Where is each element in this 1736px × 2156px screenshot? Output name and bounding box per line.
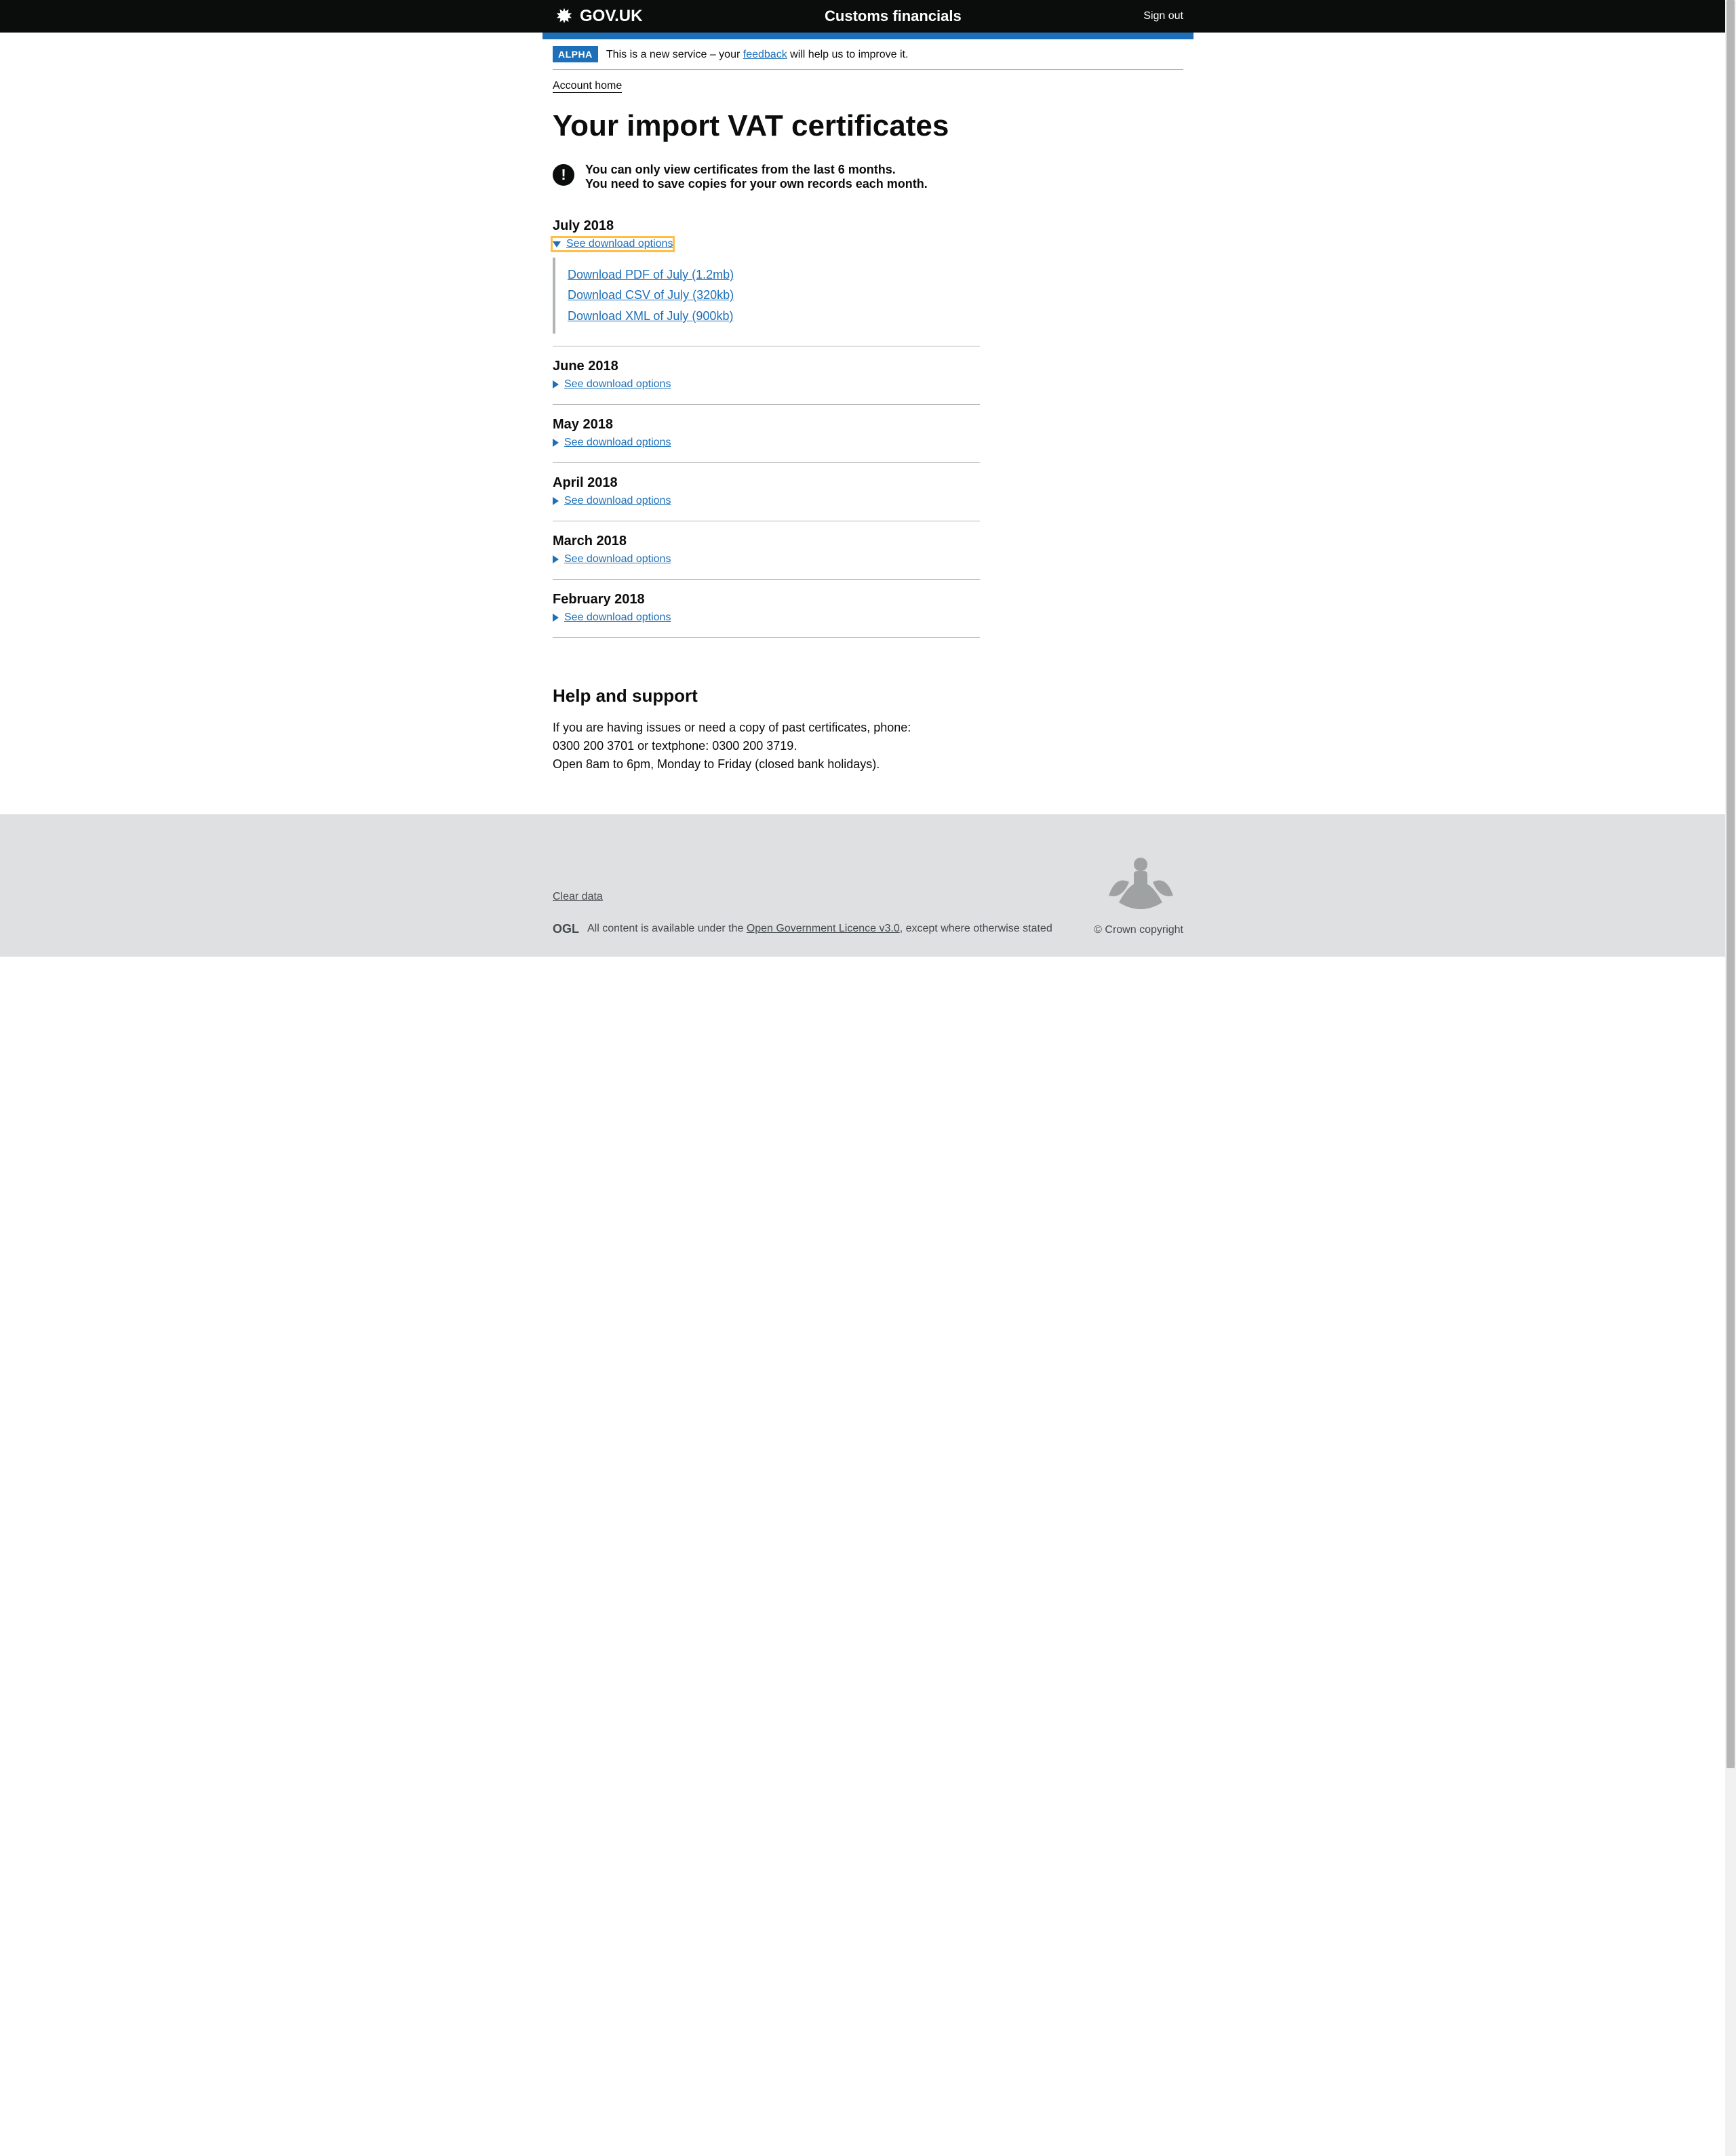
scrollbar-thumb[interactable] <box>1727 0 1735 1768</box>
month-group-may: May 2018 See download options <box>553 405 980 463</box>
download-pdf-link[interactable]: Download PDF of July (1.2mb) <box>568 264 980 285</box>
download-options-details: See download options <box>553 553 980 567</box>
month-label: May 2018 <box>553 417 980 433</box>
exclamation-icon: ! <box>553 164 574 186</box>
download-options-toggle[interactable]: See download options <box>553 495 671 507</box>
caret-icon <box>553 241 561 247</box>
site-footer: Clear data OGL All content is available … <box>0 814 1736 957</box>
month-group-july: July 2018 See download options Download … <box>553 218 980 346</box>
ogl-logo: OGL <box>553 922 579 936</box>
month-label: April 2018 <box>553 475 980 491</box>
service-name: Customs financials <box>642 7 1143 25</box>
phase-text-before: This is a new service – your <box>606 49 743 60</box>
download-options-details: See download options <box>553 495 980 508</box>
account-home-link[interactable]: Account home <box>553 80 622 93</box>
download-options-summary: See download options <box>564 378 671 391</box>
download-xml-link[interactable]: Download XML of July (900kb) <box>568 306 980 327</box>
scrollbar-track[interactable] <box>1725 0 1736 2156</box>
help-line-3: Open 8am to 6pm, Monday to Friday (close… <box>553 755 980 774</box>
crown-copyright-link[interactable]: © Crown copyright <box>1094 924 1183 936</box>
download-options-toggle[interactable]: See download options <box>553 378 671 391</box>
phase-banner: ALPHA This is a new service – your feedb… <box>553 39 1183 70</box>
phase-text-after: will help us to improve it. <box>787 49 909 60</box>
month-label: July 2018 <box>553 218 980 234</box>
month-group-february: February 2018 See download options <box>553 580 980 638</box>
caret-icon <box>553 439 559 447</box>
caret-icon <box>553 614 559 622</box>
download-options-details: See download options Download PDF of Jul… <box>553 238 980 333</box>
site-header: GOV.UK Customs financials Sign out <box>0 0 1736 33</box>
download-options-details: See download options <box>553 378 980 392</box>
phase-tag: ALPHA <box>553 46 598 62</box>
clear-data-link[interactable]: Clear data <box>553 891 603 902</box>
help-line-1: If you are having issues or need a copy … <box>553 719 980 737</box>
download-options-details: See download options <box>553 437 980 450</box>
page-title: Your import VAT certificates <box>553 110 1183 142</box>
download-options-details: See download options <box>553 612 980 625</box>
month-group-april: April 2018 See download options <box>553 463 980 521</box>
help-text: If you are having issues or need a copy … <box>553 719 980 774</box>
important-notice: ! You can only view certificates from th… <box>553 163 1183 191</box>
download-options-toggle[interactable]: See download options <box>553 553 671 565</box>
caret-icon <box>553 380 559 388</box>
download-csv-link[interactable]: Download CSV of July (320kb) <box>568 285 980 306</box>
month-label: February 2018 <box>553 592 980 607</box>
download-options-summary: See download options <box>564 437 671 449</box>
download-options-toggle[interactable]: See download options <box>553 612 671 624</box>
download-options-summary: See download options <box>564 495 671 507</box>
ogl-prefix: All content is available under the <box>587 923 747 934</box>
feedback-link[interactable]: feedback <box>743 49 787 60</box>
ogl-link[interactable]: Open Government Licence v3.0 <box>747 923 900 934</box>
download-options-summary: See download options <box>564 553 671 565</box>
month-label: March 2018 <box>553 534 980 549</box>
download-options-toggle[interactable]: See download options <box>553 437 671 449</box>
crown-icon <box>553 7 576 26</box>
important-line-1: You can only view certificates from the … <box>585 163 928 177</box>
download-options-summary: See download options <box>566 238 673 250</box>
sign-out-link[interactable]: Sign out <box>1143 10 1183 22</box>
important-line-2: You need to save copies for your own rec… <box>585 177 928 191</box>
caret-icon <box>553 497 559 505</box>
month-group-june: June 2018 See download options <box>553 346 980 405</box>
download-options-toggle[interactable]: See download options <box>553 238 673 250</box>
caret-icon <box>553 555 559 563</box>
ogl-suffix: , except where otherwise stated <box>900 923 1052 934</box>
help-line-2: 0300 200 3701 or textphone: 0300 200 371… <box>553 737 980 755</box>
download-links-panel: Download PDF of July (1.2mb) Download CS… <box>553 258 980 334</box>
header-border <box>542 33 1194 39</box>
help-heading: Help and support <box>553 685 980 706</box>
month-group-march: March 2018 See download options <box>553 521 980 580</box>
download-options-summary: See download options <box>564 612 671 624</box>
month-label: June 2018 <box>553 359 980 374</box>
crest-icon <box>1099 848 1183 917</box>
govuk-logo-link[interactable]: GOV.UK <box>553 7 642 26</box>
govuk-logo-text: GOV.UK <box>580 7 642 26</box>
